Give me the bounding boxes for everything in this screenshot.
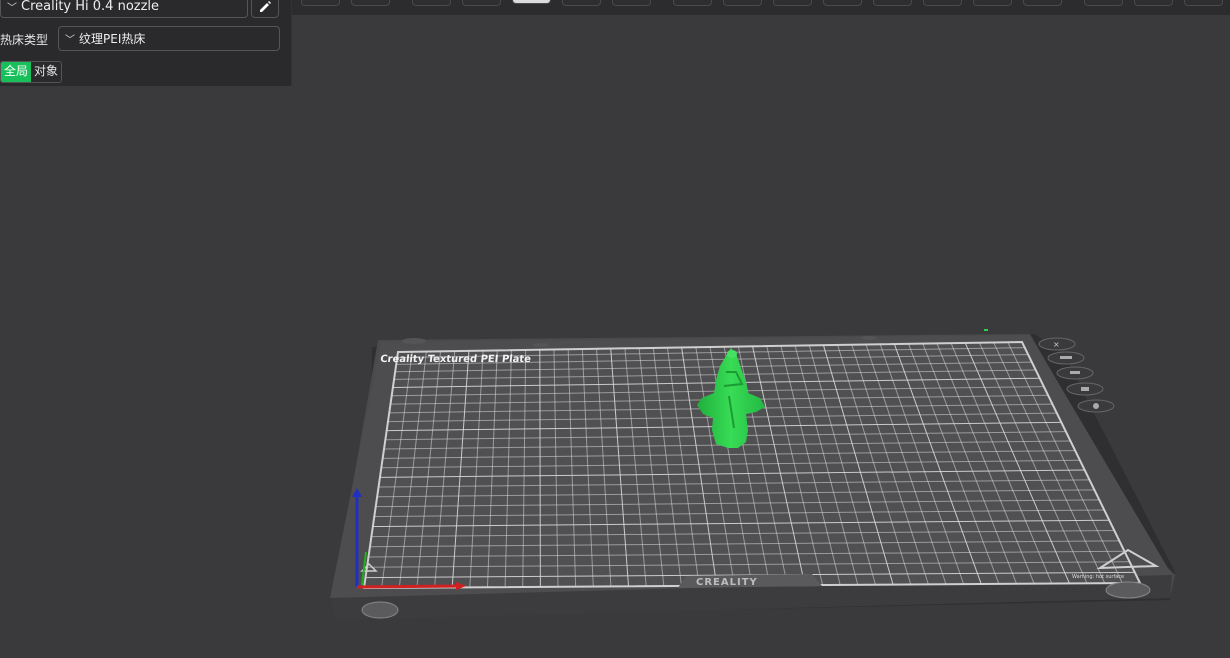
plate-brand: CREALITY [696,577,758,588]
list-icon[interactable] [1047,351,1085,365]
close-icon[interactable]: × [1038,337,1076,351]
toolbar-button-14[interactable] [973,0,1012,6]
top-toolbar [291,0,1230,15]
bed-type-value: 纹理PEI热床 [79,32,146,46]
settings-icon[interactable] [1077,399,1115,413]
warning-text-right: Warning: hot surface [1072,574,1124,580]
3d-viewport[interactable]: Creality Textured PEI Plate CREALITY War… [0,0,1230,658]
bed-type-select[interactable]: ﹀ 纹理PEI热床 [58,26,280,51]
arrange-icon[interactable] [1056,366,1094,380]
creality-logo: CREALITY [678,574,822,588]
chevron-down-icon: ﹀ [65,35,75,46]
toolbar-button-1[interactable] [301,0,340,6]
printer-select[interactable]: ﹀ Creality Hi 0.4 nozzle [0,0,248,18]
scope-tabs: 全局 对象 [0,61,63,83]
plate-title: Creality Textured PEI Plate [380,354,532,365]
printer-name: Creality Hi 0.4 nozzle [21,0,160,14]
settings-panel: ﹀ Creality Hi 0.4 nozzle 热床类型 ﹀ 纹理PEI热床 … [0,0,292,86]
toolbar-button-18[interactable] [1184,0,1223,6]
tab-global[interactable]: 全局 [1,62,32,82]
toolbar-button-16[interactable] [1084,0,1123,6]
svg-text:×: × [1053,340,1060,349]
toolbar-button-3[interactable] [412,0,451,6]
pencil-icon [260,0,271,12]
chevron-down-icon: ﹀ [7,3,17,14]
toolbar-button-4[interactable] [462,0,501,6]
toolbar-button-5-selected[interactable] [512,0,551,4]
toolbar-button-2[interactable] [351,0,390,6]
toolbar-button-6[interactable] [562,0,601,6]
toolbar-button-10[interactable] [773,0,812,6]
bed-type-label: 热床类型 [0,33,49,47]
lock-icon[interactable] [1066,382,1104,396]
toolbar-button-13[interactable] [923,0,962,6]
toolbar-button-15[interactable] [1023,0,1062,6]
toolbar-button-12[interactable] [873,0,912,6]
toolbar-button-17[interactable] [1134,0,1173,6]
toolbar-button-8[interactable] [673,0,712,6]
toolbar-button-7[interactable] [612,0,651,6]
tab-object[interactable]: 对象 [31,62,62,82]
edit-printer-button[interactable] [251,0,279,18]
toolbar-button-11[interactable] [823,0,862,6]
toolbar-button-9[interactable] [723,0,762,6]
